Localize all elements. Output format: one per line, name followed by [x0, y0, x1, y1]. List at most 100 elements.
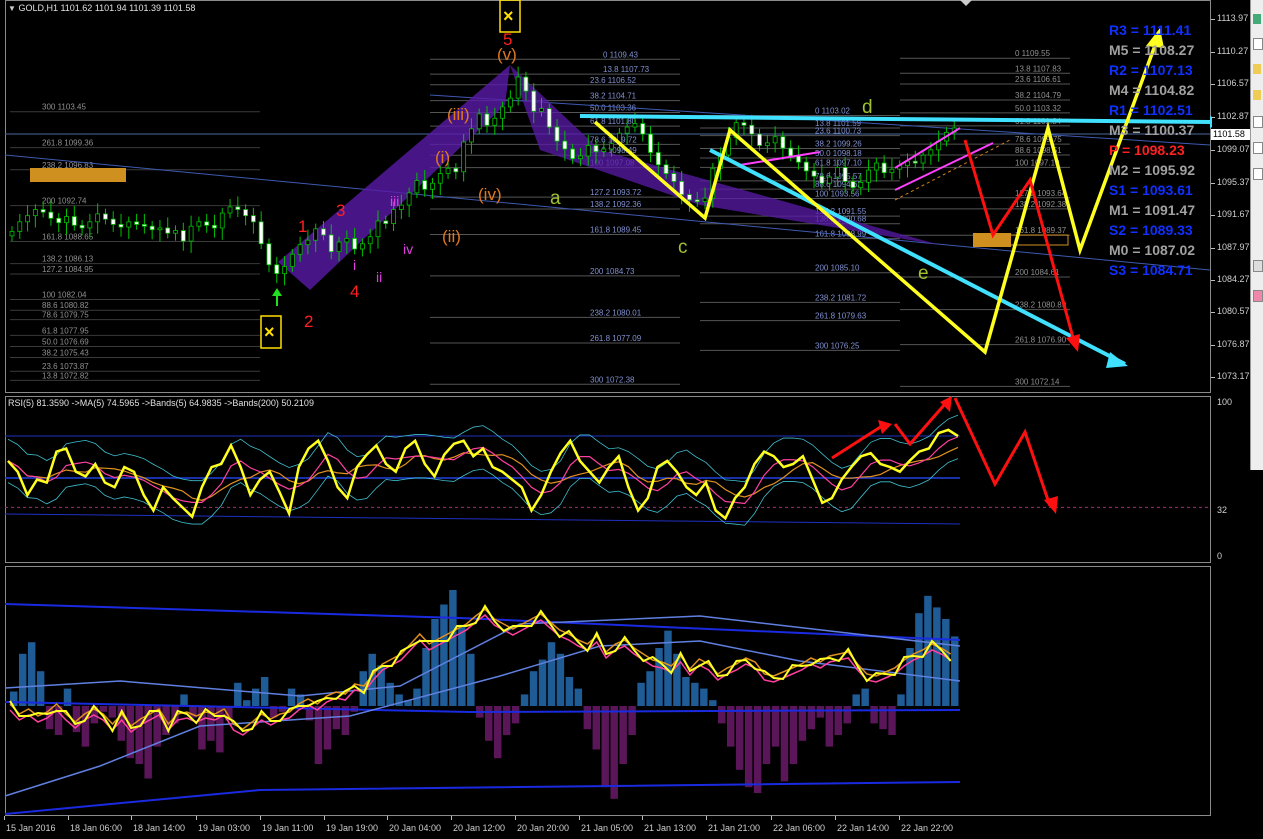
- candle-body: [266, 243, 272, 266]
- price-axis-tick: [1211, 279, 1215, 281]
- current-price-label: 1101.58: [1213, 129, 1245, 139]
- toolbar-icon-6[interactable]: [1253, 142, 1263, 154]
- candle-body: [313, 228, 319, 241]
- histogram-bar-positive: [180, 694, 188, 706]
- candle-body: [282, 266, 287, 274]
- candle-body: [819, 175, 825, 184]
- histogram-bar-positive: [565, 677, 574, 706]
- candle-body: [243, 209, 249, 217]
- histogram-bar-positive: [422, 648, 430, 706]
- wave-label-red: 3: [336, 201, 345, 220]
- candle-body: [679, 181, 685, 196]
- toolbar-icon-7[interactable]: [1253, 168, 1263, 180]
- candle-body: [103, 213, 108, 220]
- candle-body: [445, 167, 451, 174]
- time-axis-tick: [706, 816, 707, 820]
- toolbar-icon-2[interactable]: [1253, 38, 1263, 50]
- toolbar-icon-4[interactable]: [1253, 90, 1261, 100]
- candle-body: [694, 199, 700, 203]
- time-axis-label: 22 Jan 14:00: [837, 823, 890, 833]
- candle-body: [484, 113, 490, 126]
- histogram-bar-positive: [691, 682, 699, 706]
- price-axis-tick: [1211, 215, 1215, 217]
- candle-body: [437, 173, 443, 184]
- candle-body: [141, 224, 147, 227]
- fib-mid-label: 23.6 1106.52: [590, 76, 637, 85]
- histogram-bar-negative: [592, 706, 601, 750]
- candle-body: [25, 215, 30, 223]
- rsi-band-lower: [4, 513, 961, 525]
- price-axis-tick: [1211, 84, 1215, 86]
- histogram-bar-positive: [574, 688, 583, 706]
- toolbar-icon-1[interactable]: [1253, 14, 1261, 24]
- candle-body: [305, 239, 311, 246]
- toolbar-icon-8[interactable]: [1253, 260, 1263, 272]
- fib-mid-label: 261.8 1077.09: [590, 334, 642, 343]
- histogram-bar-negative: [843, 706, 851, 724]
- wave-label-orange: (i): [435, 148, 450, 167]
- histogram-bar-positive: [287, 688, 296, 706]
- rsi-forecast-arrow: [893, 403, 947, 447]
- fib-mid2-label: 300 1076.25: [815, 341, 860, 350]
- pivot-label: S3 = 1084.71: [1109, 262, 1193, 278]
- cyan-arrow-head: [1210, 116, 1212, 128]
- candle-body: [741, 122, 747, 126]
- fib-mid-label: 0 1109.43: [603, 50, 639, 59]
- price-axis-label: 1110.27: [1217, 45, 1249, 56]
- pivot-label: R2 = 1107.13: [1109, 62, 1193, 78]
- histogram-bar-positive: [556, 653, 565, 706]
- histogram-bar-negative: [511, 706, 520, 724]
- candle-body: [539, 108, 544, 112]
- fib-left-label: 127.2 1084.95: [42, 265, 94, 274]
- candle-body: [873, 162, 879, 171]
- price-chart[interactable]: 0 1109.43 13.8 1107.73 23.6 1106.52 38.2 11…: [0, 0, 1212, 395]
- candle-body: [796, 155, 801, 163]
- candle-body: [671, 173, 677, 182]
- histogram-bar-negative: [789, 706, 798, 764]
- price-axis-label: 1095.37: [1217, 176, 1250, 187]
- fib-left-label: 78.6 1079.75: [42, 311, 89, 320]
- histogram-bar-negative: [601, 706, 609, 788]
- time-axis-label: 19 Jan 19:00: [326, 823, 379, 833]
- price-axis-tick: [1211, 150, 1215, 152]
- histogram-bar-negative: [825, 706, 834, 747]
- time-axis-tick: [899, 816, 900, 820]
- candle-body: [289, 253, 295, 267]
- price-axis-label: 1073.17: [1217, 371, 1250, 382]
- rsi-forecast-zigzag: [953, 397, 1052, 507]
- toolbar-icon-3[interactable]: [1253, 64, 1261, 74]
- harmonic-pattern: [278, 65, 510, 290]
- candle-body: [56, 217, 62, 224]
- histogram-bar-positive: [251, 688, 260, 706]
- wave-label-green: e: [918, 263, 929, 284]
- time-axis-tick: [515, 816, 516, 820]
- wave-label-magenta: iv: [403, 241, 413, 257]
- toolbar-icon-5[interactable]: [1253, 116, 1263, 128]
- histogram-chart[interactable]: [0, 566, 1212, 816]
- histogram-bar-negative: [610, 706, 618, 799]
- toolbar-icon-9[interactable]: [1253, 290, 1263, 302]
- band-lower: [4, 781, 961, 815]
- fib-left-label: 38.2 1075.43: [42, 349, 89, 358]
- candle-body: [79, 224, 85, 229]
- rsi-chart[interactable]: [0, 396, 1212, 563]
- wave-label-orange: (ii): [442, 227, 461, 246]
- fib-left-label: 200 1092.74: [42, 197, 87, 206]
- histogram-bar-positive: [915, 613, 923, 706]
- price-axis-tick: [1211, 19, 1215, 21]
- fib-right-label: 23.6 1106.61: [1015, 75, 1062, 84]
- rsi-axis-0: 0: [1217, 551, 1223, 561]
- x-marker-icon: ×: [503, 6, 514, 26]
- side-toolbar[interactable]: [1250, 0, 1263, 470]
- time-axis-tick: [387, 816, 388, 820]
- candle-body: [764, 142, 770, 146]
- histogram-bar-negative: [493, 706, 502, 759]
- candle-body: [126, 221, 132, 228]
- candle-body: [601, 148, 607, 153]
- candle-body: [492, 117, 498, 126]
- histogram-bar-negative: [870, 706, 878, 724]
- candle-body: [827, 176, 833, 184]
- pivot-label: R3 = 1111.41: [1109, 22, 1191, 38]
- wave-label-green: c: [678, 237, 688, 258]
- candle-body: [227, 206, 233, 214]
